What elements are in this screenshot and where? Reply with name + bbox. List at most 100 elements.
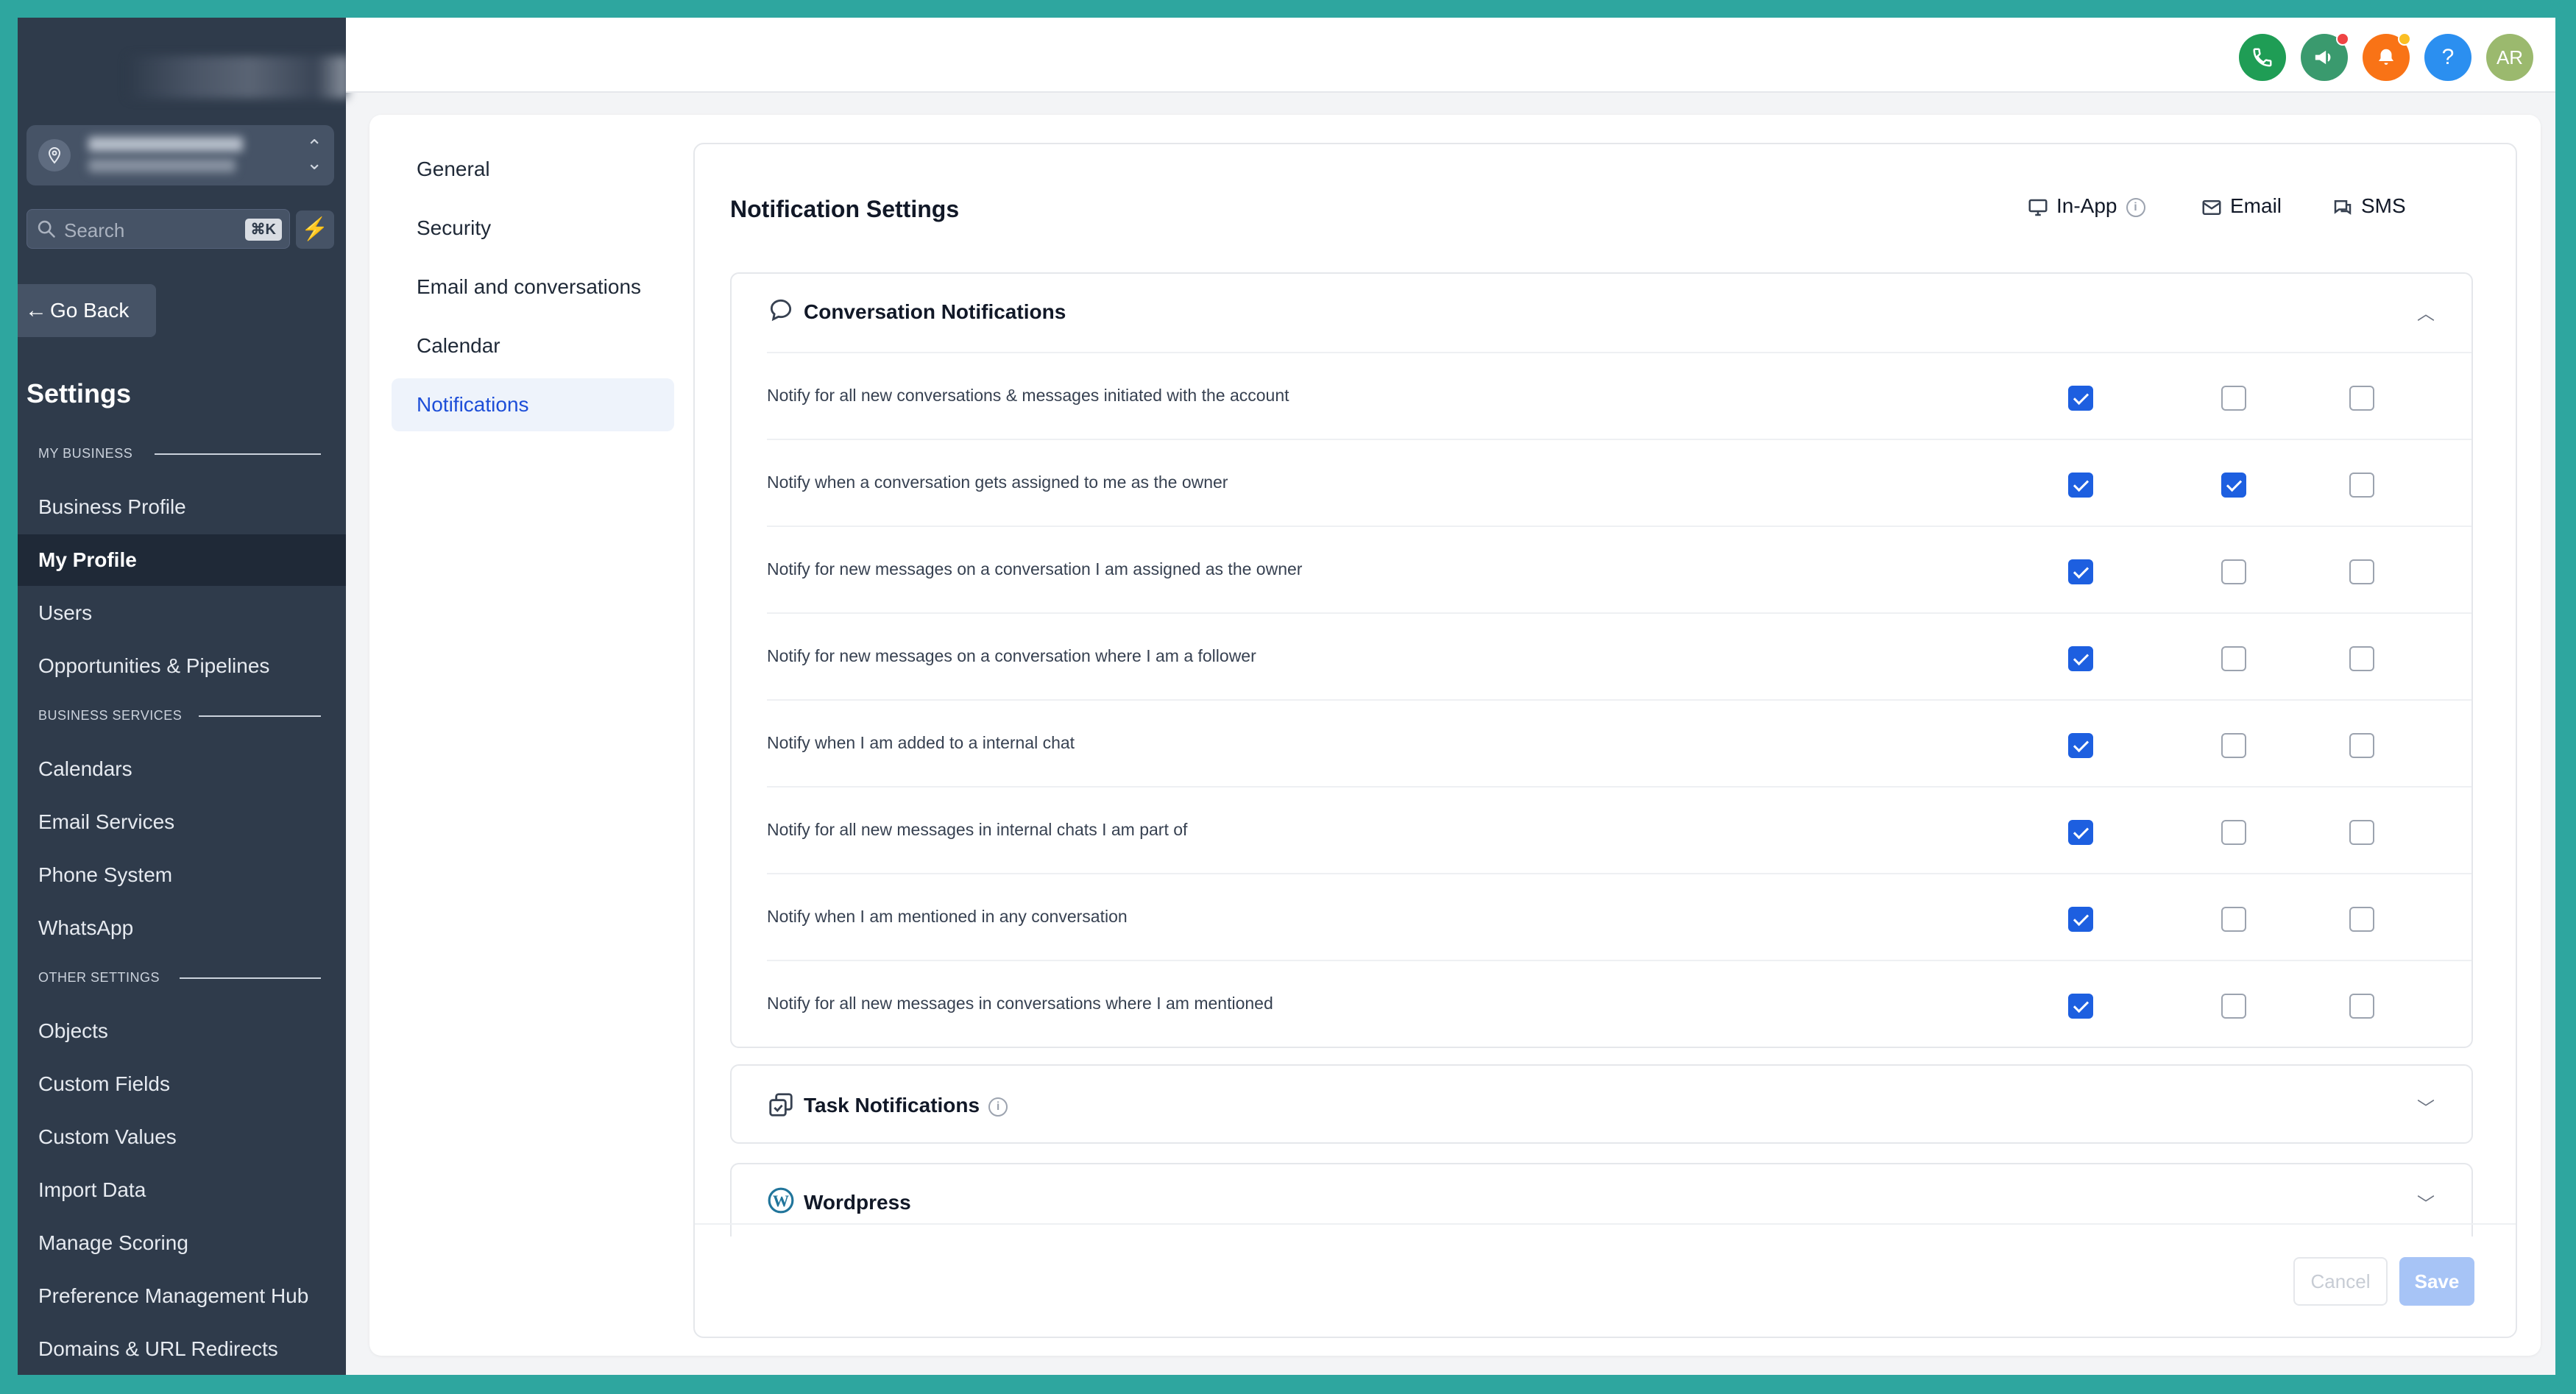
sidebar-item-preference-hub[interactable]: Preference Management Hub <box>18 1270 346 1322</box>
checkbox-in-app[interactable] <box>2068 994 2093 1019</box>
checkbox-in-app[interactable] <box>2068 386 2093 411</box>
section-header-business-services: BUSINESS SERVICES <box>38 708 183 723</box>
notification-row-label: Notify for new messages on a conversatio… <box>767 646 1256 665</box>
sidebar-item-users[interactable]: Users <box>18 587 346 639</box>
account-location-redacted <box>88 159 236 172</box>
notification-row: Notify when a conversation gets assigned… <box>767 439 2471 526</box>
sidebar-item-objects[interactable]: Objects <box>18 1005 346 1057</box>
settings-title: Settings <box>26 378 132 408</box>
subnav-notifications[interactable]: Notifications <box>392 378 674 431</box>
checkbox-in-app[interactable] <box>2068 559 2093 584</box>
subnav-security[interactable]: Security <box>392 202 674 255</box>
checkbox-sms[interactable] <box>2349 386 2374 411</box>
checkbox-sms[interactable] <box>2349 733 2374 758</box>
arrow-left-icon: ← <box>25 298 47 322</box>
search-placeholder: Search <box>64 219 125 241</box>
checkbox-email[interactable] <box>2221 820 2246 845</box>
chevron-down-icon[interactable]: ﹀ <box>2417 1094 2435 1119</box>
settings-content: General Security Email and conversations… <box>369 115 2541 1356</box>
checkbox-email[interactable] <box>2221 907 2246 932</box>
notification-row: Notify for new messages on a conversatio… <box>767 612 2471 699</box>
wordpress-section-title: Wordpress <box>804 1191 911 1214</box>
checkbox-in-app[interactable] <box>2068 820 2093 845</box>
checkbox-in-app[interactable] <box>2068 646 2093 671</box>
task-icon <box>769 1093 793 1117</box>
notification-row: Notify for new messages on a conversatio… <box>767 526 2471 612</box>
checkbox-email[interactable] <box>2221 646 2246 671</box>
channel-header-sms: SMS <box>2332 194 2406 219</box>
notification-row-label: Notify for all new conversations & messa… <box>767 386 1289 405</box>
phone-icon <box>2253 48 2272 67</box>
conversation-notifications-section: Conversation Notifications ︿ Notify for … <box>730 272 2473 1048</box>
checkbox-sms[interactable] <box>2349 559 2374 584</box>
channel-label-in-app: In-App <box>2056 194 2117 217</box>
quick-actions-bolt-icon[interactable]: ⚡ <box>296 210 334 249</box>
task-notifications-section[interactable]: Task Notifications i ﹀ <box>730 1064 2473 1144</box>
checkbox-email[interactable] <box>2221 559 2246 584</box>
chat-icon <box>2334 199 2352 215</box>
phone-button[interactable] <box>2239 34 2286 81</box>
subnav-calendar[interactable]: Calendar <box>392 319 674 372</box>
channel-header-in-app: In-App i <box>2027 194 2145 219</box>
search-shortcut: ⌘K <box>244 219 282 241</box>
sidebar-item-phone-system[interactable]: Phone System <box>18 849 346 901</box>
sidebar-item-business-profile[interactable]: Business Profile <box>18 481 346 533</box>
sidebar-item-my-profile[interactable]: My Profile <box>18 534 346 586</box>
cancel-button[interactable]: Cancel <box>2293 1257 2388 1306</box>
checkbox-email[interactable] <box>2221 386 2246 411</box>
notification-row-label: Notify for new messages on a conversatio… <box>767 559 1303 579</box>
subnav-email-conversations[interactable]: Email and conversations <box>392 261 674 314</box>
checkbox-sms[interactable] <box>2349 994 2374 1019</box>
help-icon: ? <box>2441 45 2455 69</box>
avatar-initials: AR <box>2496 46 2524 68</box>
announcements-button[interactable] <box>2301 32 2349 81</box>
channel-label-email: Email <box>2230 194 2282 217</box>
sidebar-item-import-data[interactable]: Import Data <box>18 1164 346 1216</box>
checkbox-in-app[interactable] <box>2068 473 2093 498</box>
checkbox-in-app[interactable] <box>2068 907 2093 932</box>
conversation-section-title: Conversation Notifications <box>804 300 1066 323</box>
notification-row: Notify when I am mentioned in any conver… <box>767 873 2471 960</box>
wordpress-section[interactable]: W Wordpress ﹀ <box>730 1163 2473 1236</box>
notification-row: Notify for all new conversations & messa… <box>767 352 2471 439</box>
info-icon[interactable]: i <box>988 1097 1008 1117</box>
search-icon <box>38 220 55 238</box>
notification-dot <box>2336 32 2349 46</box>
monitor-icon <box>2028 199 2048 216</box>
sidebar-search[interactable]: Search ⌘K <box>26 209 290 249</box>
sidebar-item-email-services[interactable]: Email Services <box>18 796 346 848</box>
checkbox-sms[interactable] <box>2349 646 2374 671</box>
account-switcher[interactable]: ⌃ ⌄ <box>26 125 334 185</box>
app-window: ⌃ ⌄ Search ⌘K ⚡ ← Go Back Settings MY BUSI… <box>18 18 2555 1375</box>
chevron-down-icon[interactable]: ﹀ <box>2417 1189 2435 1215</box>
chevron-up-icon[interactable]: ︿ <box>2417 299 2435 325</box>
sidebar-item-opportunities[interactable]: Opportunities & Pipelines <box>18 640 346 692</box>
user-avatar[interactable]: AR <box>2486 34 2533 81</box>
save-button[interactable]: Save <box>2399 1257 2474 1306</box>
sidebar-item-whatsapp[interactable]: WhatsApp <box>18 902 346 954</box>
notifications-button[interactable] <box>2363 32 2411 81</box>
checkbox-email[interactable] <box>2221 994 2246 1019</box>
sidebar-item-custom-fields[interactable]: Custom Fields <box>18 1058 346 1110</box>
sidebar-item-manage-scoring[interactable]: Manage Scoring <box>18 1217 346 1269</box>
info-icon[interactable]: i <box>2126 197 2145 217</box>
sidebar-item-calendars[interactable]: Calendars <box>18 743 346 795</box>
checkbox-email[interactable] <box>2221 733 2246 758</box>
notification-settings-panel: Notification Settings In-App i Email SMS … <box>693 143 2517 1338</box>
notification-dot <box>2398 32 2411 46</box>
subnav-general[interactable]: General <box>392 143 674 196</box>
checkbox-sms[interactable] <box>2349 907 2374 932</box>
sidebar-item-domains[interactable]: Domains & URL Redirects <box>18 1323 346 1375</box>
checkbox-sms[interactable] <box>2349 820 2374 845</box>
checkbox-in-app[interactable] <box>2068 733 2093 758</box>
panel-title: Notification Settings <box>730 196 960 222</box>
notification-row-label: Notify for all new messages in internal … <box>767 820 1188 839</box>
chevron-updown-icon: ⌃ ⌄ <box>306 135 322 174</box>
checkbox-email[interactable] <box>2221 473 2246 498</box>
task-title-label: Task Notifications <box>804 1094 980 1117</box>
sidebar-item-custom-values[interactable]: Custom Values <box>18 1111 346 1163</box>
help-button[interactable]: ? <box>2424 34 2471 81</box>
go-back-button[interactable]: ← Go Back <box>18 284 156 337</box>
notification-row: Notify when I am added to a internal cha… <box>767 699 2471 786</box>
checkbox-sms[interactable] <box>2349 473 2374 498</box>
